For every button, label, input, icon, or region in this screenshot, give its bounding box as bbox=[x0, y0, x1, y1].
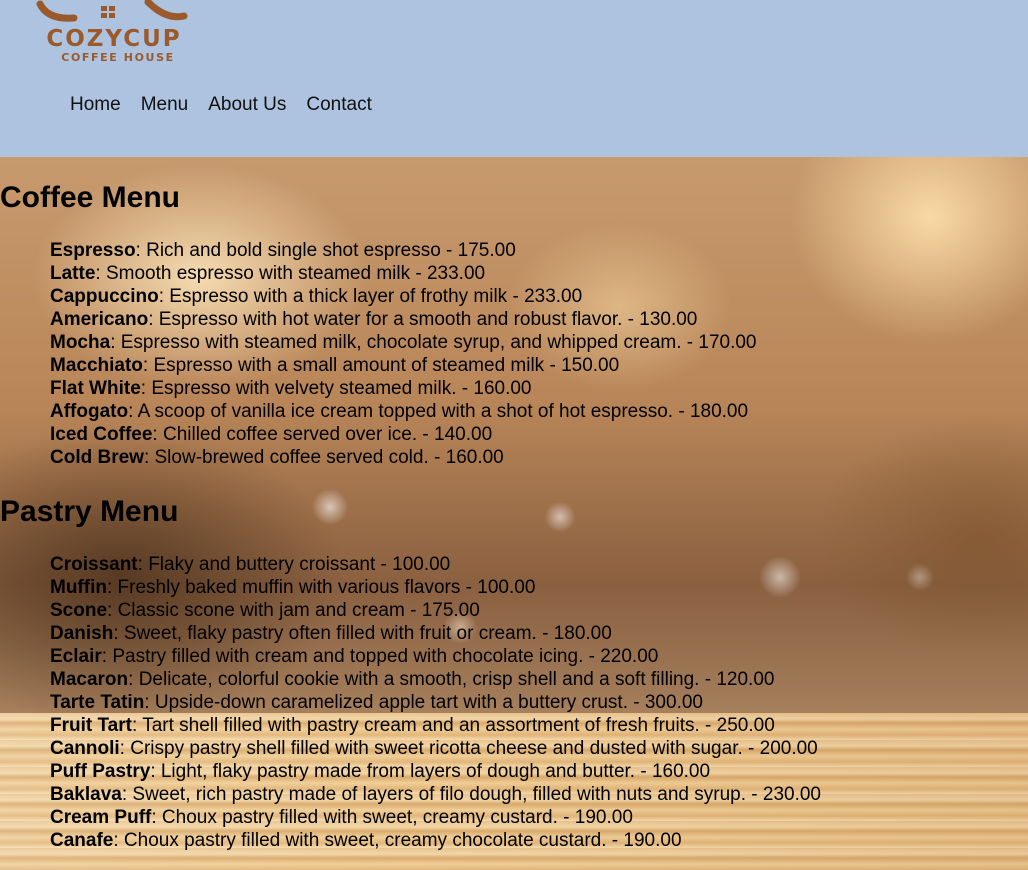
pastry-item-tarte-tatin: Tarte Tatin: Upside-down caramelized app… bbox=[50, 691, 821, 714]
item-description: : Flaky and buttery croissant - 100.00 bbox=[137, 554, 451, 575]
item-description: : Espresso with hot water for a smooth a… bbox=[148, 309, 698, 330]
pastry-item-puff-pastry: Puff Pastry: Light, flaky pastry made fr… bbox=[50, 760, 821, 783]
item-name: Canafe bbox=[50, 830, 114, 851]
item-name: Mocha bbox=[50, 332, 111, 353]
item-name: Affogato bbox=[50, 401, 129, 422]
item-name: Iced Coffee bbox=[50, 424, 153, 445]
pastry-menu-title: Pastry Menu bbox=[0, 495, 179, 528]
pastry-item-cannoli: Cannoli: Crispy pastry shell filled with… bbox=[50, 737, 821, 760]
coffee-item-americano: Americano: Espresso with hot water for a… bbox=[50, 308, 757, 331]
item-description: : Upside-down caramelized apple tart wit… bbox=[144, 692, 703, 713]
item-description: : Smooth espresso with steamed milk - 23… bbox=[95, 263, 486, 284]
item-name: Eclair bbox=[50, 646, 102, 667]
coffee-item-espresso: Espresso: Rich and bold single shot espr… bbox=[50, 239, 757, 262]
item-description: : Crispy pastry shell filled with sweet … bbox=[119, 738, 818, 759]
item-name: Latte bbox=[50, 263, 96, 284]
item-description: : Slow-brewed coffee served cold. - 160.… bbox=[143, 447, 504, 468]
coffee-item-cappuccino: Cappuccino: Espresso with a thick layer … bbox=[50, 285, 757, 308]
item-description: : Sweet, rich pastry made of layers of f… bbox=[121, 784, 821, 805]
item-description: : Tart shell filled with pastry cream an… bbox=[131, 715, 775, 736]
item-name: Danish bbox=[50, 623, 114, 644]
item-description: : Freshly baked muffin with various flav… bbox=[106, 577, 536, 598]
coffee-item-latte: Latte: Smooth espresso with steamed milk… bbox=[50, 262, 757, 285]
item-name: Baklava bbox=[50, 784, 122, 805]
pastry-item-canafe: Canafe: Choux pastry filled with sweet, … bbox=[50, 829, 821, 852]
item-description: : Espresso with a small amount of steame… bbox=[142, 355, 620, 376]
item-description: : Chilled coffee served over ice. - 140.… bbox=[152, 424, 493, 445]
item-name: Tarte Tatin bbox=[50, 692, 145, 713]
item-name: Croissant bbox=[50, 554, 138, 575]
item-name: Muffin bbox=[50, 577, 107, 598]
item-name: Macchiato bbox=[50, 355, 143, 376]
item-description: : Sweet, flaky pastry often filled with … bbox=[113, 623, 612, 644]
nav-menu[interactable]: Menu bbox=[141, 94, 189, 116]
item-description: : Rich and bold single shot espresso - 1… bbox=[135, 240, 516, 261]
item-description: : Choux pastry filled with sweet, creamy… bbox=[113, 830, 682, 851]
pastry-item-baklava: Baklava: Sweet, rich pastry made of laye… bbox=[50, 783, 821, 806]
cozycup-logo[interactable]: COZYCUP COFFEE HOUSE bbox=[36, 0, 192, 66]
nav-home[interactable]: Home bbox=[70, 94, 121, 116]
nav-about-us[interactable]: About Us bbox=[208, 94, 286, 116]
main-nav: Home Menu About Us Contact bbox=[70, 94, 372, 116]
item-name: Macaron bbox=[50, 669, 129, 690]
item-description: : Espresso with a thick layer of frothy … bbox=[158, 286, 583, 307]
item-description: : Pastry filled with cream and topped wi… bbox=[101, 646, 659, 667]
site-header: COZYCUP COFFEE HOUSE Home Menu About Us … bbox=[0, 0, 1028, 157]
item-name: Scone bbox=[50, 600, 108, 621]
item-name: Cannoli bbox=[50, 738, 120, 759]
menu-content: Coffee Menu Espresso: Rich and bold sing… bbox=[0, 157, 1028, 870]
item-name: Espresso bbox=[50, 240, 136, 261]
item-name: Cold Brew bbox=[50, 447, 144, 468]
pastry-item-eclair: Eclair: Pastry filled with cream and top… bbox=[50, 645, 821, 668]
coffee-item-macchiato: Macchiato: Espresso with a small amount … bbox=[50, 354, 757, 377]
item-name: Flat White bbox=[50, 378, 141, 399]
logo-name: COZYCUP bbox=[46, 26, 182, 52]
item-name: Fruit Tart bbox=[50, 715, 132, 736]
item-name: Puff Pastry bbox=[50, 761, 151, 782]
item-description: : Classic scone with jam and cream - 175… bbox=[107, 600, 480, 621]
coffee-item-flat-white: Flat White: Espresso with velvety steame… bbox=[50, 377, 757, 400]
pastry-item-croissant: Croissant: Flaky and buttery croissant -… bbox=[50, 553, 821, 576]
pastry-item-fruit-tart: Fruit Tart: Tart shell filled with pastr… bbox=[50, 714, 821, 737]
item-name: Americano bbox=[50, 309, 149, 330]
nav-contact[interactable]: Contact bbox=[306, 94, 371, 116]
item-description: : Espresso with steamed milk, chocolate … bbox=[110, 332, 757, 353]
pastry-item-macaron: Macaron: Delicate, colorful cookie with … bbox=[50, 668, 821, 691]
pastry-menu-list: Croissant: Flaky and buttery croissant -… bbox=[50, 553, 821, 852]
item-description: : Delicate, colorful cookie with a smoot… bbox=[128, 669, 775, 690]
logo-subtitle: COFFEE HOUSE bbox=[61, 51, 175, 64]
coffee-menu-list: Espresso: Rich and bold single shot espr… bbox=[50, 239, 757, 469]
item-description: : Espresso with velvety steamed milk. - … bbox=[140, 378, 532, 399]
coffee-menu-title: Coffee Menu bbox=[0, 181, 180, 214]
pastry-item-danish: Danish: Sweet, flaky pastry often filled… bbox=[50, 622, 821, 645]
item-name: Cream Puff bbox=[50, 807, 152, 828]
coffee-item-cold-brew: Cold Brew: Slow-brewed coffee served col… bbox=[50, 446, 757, 469]
pastry-item-muffin: Muffin: Freshly baked muffin with variou… bbox=[50, 576, 821, 599]
coffee-cup-logo-icon bbox=[36, 0, 188, 22]
item-description: : Choux pastry filled with sweet, creamy… bbox=[151, 807, 633, 828]
item-description: : Light, flaky pastry made from layers o… bbox=[150, 761, 711, 782]
item-name: Cappuccino bbox=[50, 286, 159, 307]
coffee-item-affogato: Affogato: A scoop of vanilla ice cream t… bbox=[50, 400, 757, 423]
item-description: : A scoop of vanilla ice cream topped wi… bbox=[128, 401, 749, 422]
coffee-item-iced-coffee: Iced Coffee: Chilled coffee served over … bbox=[50, 423, 757, 446]
coffee-item-mocha: Mocha: Espresso with steamed milk, choco… bbox=[50, 331, 757, 354]
pastry-item-scone: Scone: Classic scone with jam and cream … bbox=[50, 599, 821, 622]
pastry-item-cream-puff: Cream Puff: Choux pastry filled with swe… bbox=[50, 806, 821, 829]
